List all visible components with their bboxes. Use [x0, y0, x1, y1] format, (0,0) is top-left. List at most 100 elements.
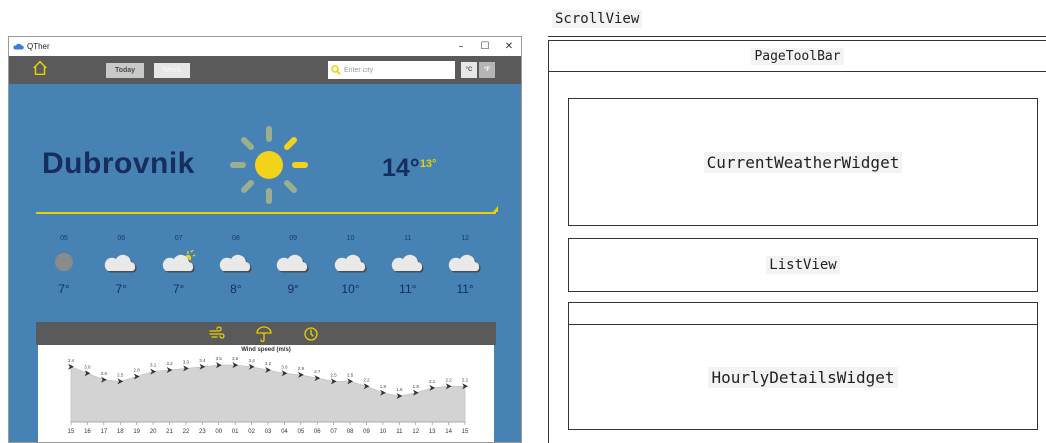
sun-icon	[230, 126, 308, 204]
fahrenheit-toggle[interactable]: °F	[479, 62, 495, 78]
hour-label: 09	[289, 235, 298, 242]
x-tick-label: 19	[133, 429, 140, 435]
hour-temperature: 7°	[172, 282, 185, 296]
hour-label: 08	[231, 235, 240, 242]
hour-temperature: 7°	[58, 282, 70, 296]
city-search-input[interactable]	[344, 66, 452, 74]
data-label: 3.4	[199, 358, 206, 363]
page-toolbar: Today Week °C °F	[9, 56, 521, 84]
data-label: 3.4	[248, 358, 255, 363]
x-tick-label: 00	[215, 429, 222, 435]
umbrella-icon[interactable]	[255, 325, 273, 343]
data-label: 3.2	[265, 361, 272, 366]
data-label: 1.6	[396, 387, 403, 392]
hourly-item: 06 7°	[93, 235, 149, 296]
hour-temperature: 10°	[341, 282, 360, 296]
today-button[interactable]: Today	[106, 63, 144, 78]
hour-label: 05	[60, 235, 68, 242]
wind-chart-panel: Wind speed (m/s) 3.4 15 3.0 16 2.6 17 2.5 18 2.8…	[38, 345, 494, 442]
hour-label: 07	[174, 235, 183, 242]
hourly-item: 05 7°	[36, 235, 92, 296]
cloud-icon	[93, 247, 149, 277]
title-bar: QTher – ☐ ✕	[9, 37, 521, 56]
hourly-details-widget-label: HourlyDetailsWidget	[708, 366, 898, 388]
data-label: 3.3	[183, 359, 190, 364]
cloud-icon	[380, 247, 436, 277]
data-label: 3.1	[150, 363, 157, 368]
data-label: 2.8	[134, 368, 141, 373]
x-tick-label: 02	[248, 429, 255, 435]
x-tick-label: 05	[297, 429, 304, 435]
wind-icon[interactable]	[208, 325, 226, 343]
x-tick-label: 20	[150, 429, 157, 435]
current-weather-widget-box: CurrentWeatherWidget	[568, 98, 1038, 226]
hour-temperature: 11°	[456, 282, 474, 296]
hour-temperature: 11°	[399, 282, 417, 296]
data-label: 2.1	[429, 379, 436, 384]
divider-line	[36, 212, 496, 214]
hour-temperature: 8°	[230, 282, 242, 296]
minimize-button[interactable]: –	[449, 41, 473, 52]
scrollview-left-edge	[548, 72, 549, 443]
pagetoolbar-box: PageToolBar	[548, 40, 1046, 72]
screenshot: QTher – ☐ ✕ Today Week °C °F Dubrovnik	[0, 0, 1046, 443]
x-tick-label: 21	[166, 429, 173, 435]
listview-box: ListView	[568, 238, 1038, 292]
x-tick-label: 10	[380, 429, 387, 435]
hour-temperature: 7°	[115, 282, 128, 296]
cloud-icon	[208, 247, 264, 277]
celsius-toggle[interactable]: °C	[461, 62, 477, 78]
x-tick-label: 09	[363, 429, 370, 435]
maximize-button[interactable]: ☐	[473, 41, 497, 52]
x-tick-label: 22	[183, 429, 190, 435]
x-tick-label: 14	[445, 429, 452, 435]
x-tick-label: 12	[412, 429, 419, 435]
data-label: 2.2	[445, 377, 452, 382]
close-button[interactable]: ✕	[497, 41, 521, 52]
scrollview-label: ScrollView	[552, 10, 643, 28]
data-label: 1.8	[413, 384, 420, 389]
data-label: 2.5	[347, 372, 354, 377]
hourly-item: 12 11°	[437, 235, 493, 296]
x-tick-label: 04	[281, 429, 288, 435]
x-tick-label: 01	[232, 429, 239, 435]
data-label: 3.4	[68, 358, 75, 363]
x-tick-label: 18	[117, 429, 124, 435]
x-tick-label: 08	[347, 429, 354, 435]
window-title: QTher	[27, 42, 50, 51]
hour-label: 12	[461, 235, 469, 242]
hour-temperature: 9°	[287, 282, 299, 296]
hourly-item: 08 8°	[208, 235, 264, 296]
wind-area	[70, 364, 466, 423]
feels-like-value: 13°	[419, 158, 437, 170]
data-label: 2.7	[314, 369, 321, 374]
data-label: 2.6	[101, 371, 108, 376]
home-icon[interactable]	[31, 59, 49, 77]
x-tick-label: 06	[314, 429, 321, 435]
fog-icon	[36, 247, 92, 277]
data-label: 3.0	[281, 364, 288, 369]
x-tick-label: 16	[84, 429, 91, 435]
pagetoolbar-label: PageToolBar	[751, 47, 844, 65]
cloud-icon	[265, 247, 321, 277]
hourly-item: 07 7°	[151, 235, 207, 296]
app-window: QTher – ☐ ✕ Today Week °C °F Dubrovnik	[8, 36, 522, 443]
data-label: 2.5	[331, 372, 338, 377]
week-button[interactable]: Week	[154, 63, 190, 78]
data-label: 3.2	[166, 361, 173, 366]
x-tick-label: 15	[462, 429, 469, 435]
pressure-icon[interactable]	[302, 325, 320, 343]
city-name: Dubrovnik	[42, 147, 195, 180]
x-tick-label: 03	[265, 429, 272, 435]
listview-label: ListView	[766, 256, 840, 274]
hour-label: 11	[404, 235, 412, 242]
hourly-item: 11 11°	[380, 235, 436, 296]
cloud-icon	[437, 247, 493, 277]
x-tick-label: 23	[199, 429, 206, 435]
data-label: 2.9	[298, 366, 305, 371]
scrollview-top-edge	[548, 36, 1046, 37]
city-search	[328, 61, 455, 79]
hour-label: 06	[117, 235, 126, 242]
hourly-details-toolbar-box	[568, 302, 1038, 324]
wind-speed-chart: 3.4 15 3.0 16 2.6 17 2.5 18 2.8 19 3.1 20 3.2 21 3.3 22…	[68, 356, 469, 435]
